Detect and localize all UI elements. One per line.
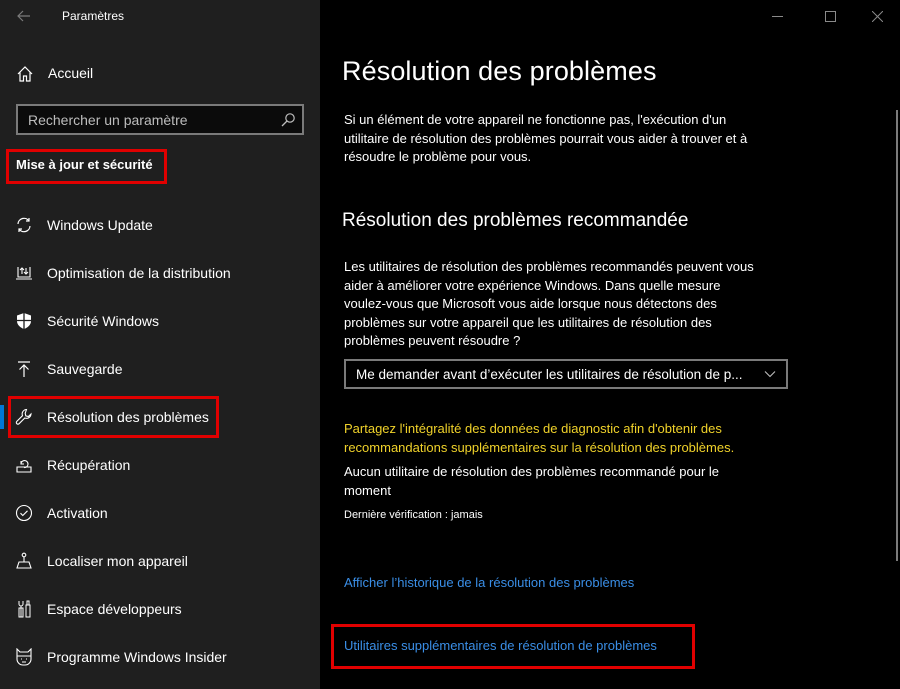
sidebar-item-windows-security[interactable]: Sécurité Windows <box>0 301 320 341</box>
recommended-status: Aucun utilitaire de résolution des probl… <box>344 463 719 500</box>
description-line: voulez-vous que Microsoft vous aide lors… <box>344 296 717 311</box>
intro-line: résoudre le problème pour vous. <box>344 149 532 164</box>
description-line: Les utilitaires de résolution des problè… <box>344 259 754 274</box>
sidebar-item-delivery-optimization[interactable]: Optimisation de la distribution <box>0 253 320 293</box>
sync-icon <box>17 217 31 233</box>
search-icon[interactable] <box>280 112 296 128</box>
minimize-button[interactable] <box>754 0 800 32</box>
recommended-heading: Résolution des problèmes recommandée <box>342 210 689 231</box>
sidebar-item-windows-insider[interactable]: Programme Windows Insider <box>0 637 320 677</box>
intro-line: utilitaire de résolution des problèmes p… <box>344 130 748 146</box>
check-circle-icon <box>15 504 33 522</box>
maximize-icon <box>825 11 836 22</box>
link-line: recommandations supplémentaires sur la r… <box>344 439 735 455</box>
maximize-button[interactable] <box>807 0 853 32</box>
sidebar-item-label: Sauvegarde <box>47 361 123 377</box>
sidebar-item-windows-update[interactable]: Windows Update <box>0 205 320 245</box>
page-title: Résolution des problèmes <box>342 56 657 86</box>
recommended-troubleshooting-dropdown[interactable]: Me demander avant d’exécuter les utilita… <box>344 359 788 389</box>
intro-text: Si un élément de votre appareil ne fonct… <box>344 111 747 167</box>
shield-icon <box>17 313 31 329</box>
recommended-description: Les utilitaires de résolution des problè… <box>344 258 754 351</box>
sidebar-item-find-device[interactable]: Localiser mon appareil <box>0 541 320 581</box>
sidebar-item-backup[interactable]: Sauvegarde <box>0 349 320 389</box>
sidebar-item-developers[interactable]: Espace développeurs <box>0 589 320 629</box>
find-device-icon <box>16 552 32 569</box>
scrollbar[interactable] <box>896 110 898 561</box>
delivery-optimization-icon <box>16 267 32 280</box>
sidebar-item-label: Windows Update <box>47 217 153 233</box>
home-icon <box>17 66 33 82</box>
sidebar-item-label: Résolution des problèmes <box>47 409 209 425</box>
recovery-icon <box>16 460 32 473</box>
active-indicator <box>0 405 4 429</box>
back-button[interactable] <box>12 4 36 28</box>
sidebar-item-label: Localiser mon appareil <box>47 553 188 569</box>
developer-tools-icon <box>18 600 31 618</box>
last-check-text: Dernière vérification : jamais <box>344 509 483 521</box>
link-line: Partagez l'intégralité des données de di… <box>344 421 722 436</box>
sidebar-item-label: Programme Windows Insider <box>47 649 227 665</box>
minimize-icon <box>772 16 783 17</box>
description-line: problèmes peuvent résoudre ? <box>344 333 521 348</box>
search-placeholder: Rechercher un paramètre <box>28 112 188 128</box>
sidebar-item-label: Activation <box>47 505 108 521</box>
backup-upload-icon <box>18 361 30 377</box>
sidebar-item-troubleshoot[interactable]: Résolution des problèmes <box>0 397 320 437</box>
status-line: Aucun utilitaire de résolution des probl… <box>344 464 720 479</box>
status-line: moment <box>344 482 391 498</box>
share-diagnostic-data-link[interactable]: Partagez l'intégralité des données de di… <box>344 420 734 457</box>
sidebar: Paramètres Accueil Rechercher un paramèt… <box>0 0 320 689</box>
description-line: aider à améliorer votre expérience Windo… <box>344 277 721 293</box>
sidebar-item-label: Sécurité Windows <box>47 313 160 329</box>
sidebar-item-home[interactable]: Accueil <box>0 58 320 90</box>
close-button[interactable] <box>854 0 900 32</box>
intro-line: Si un élément de votre appareil ne fonct… <box>344 112 727 127</box>
back-arrow-icon <box>17 10 30 22</box>
chevron-down-icon <box>764 371 776 378</box>
section-title: Mise à jour et sécurité <box>16 157 153 172</box>
insider-cat-icon <box>16 648 32 666</box>
additional-troubleshooters-link[interactable]: Utilitaires supplémentaires de résolutio… <box>344 638 657 653</box>
description-line: problèmes sur votre appareil que les uti… <box>344 314 712 330</box>
sidebar-item-label: Optimisation de la distribution <box>47 265 231 281</box>
sidebar-item-activation[interactable]: Activation <box>0 493 320 533</box>
dropdown-value: Me demander avant d’exécuter les utilita… <box>356 367 743 382</box>
sidebar-item-label: Accueil <box>48 65 94 81</box>
troubleshoot-history-link[interactable]: Afficher l’historique de la résolution d… <box>344 575 634 590</box>
sidebar-item-label: Récupération <box>47 457 131 473</box>
search-input[interactable]: Rechercher un paramètre <box>16 104 304 135</box>
main-content: Résolution des problèmes Si un élément d… <box>320 0 900 689</box>
wrench-icon <box>15 408 32 425</box>
sidebar-item-label: Espace développeurs <box>47 601 182 617</box>
app-title: Paramètres <box>62 9 125 23</box>
close-icon <box>872 11 883 22</box>
sidebar-item-recovery[interactable]: Récupération <box>0 445 320 485</box>
